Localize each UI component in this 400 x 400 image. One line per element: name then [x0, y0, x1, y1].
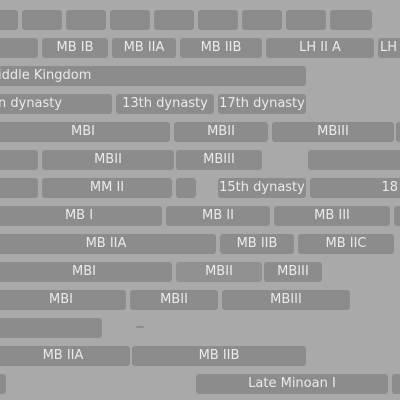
timeline-bar: Late Minoan I	[196, 374, 388, 394]
timeline-bar: MBI	[0, 122, 170, 142]
timeline-bar: MB IIB	[180, 38, 262, 58]
row-11: MBI MBII MBIII	[0, 290, 400, 310]
timeline-bar	[154, 10, 194, 30]
timeline-bar: n dynasty	[0, 94, 112, 114]
timeline-bar	[176, 178, 196, 198]
timeline-bar: MB IIA	[0, 346, 130, 366]
timeline-chart: MB IB MB IIA MB IIB LH II A LH iddle Kin…	[0, 0, 400, 400]
timeline-bar	[242, 10, 282, 30]
timeline-bar: MB I	[0, 206, 162, 226]
row-09: MB IIA MB IIB MB IIC	[0, 234, 400, 254]
row-08: MB I MB II MB III	[0, 206, 400, 226]
row-02: MB IB MB IIA MB IIB LH II A LH	[0, 38, 400, 58]
timeline-bar	[396, 122, 400, 142]
row-14: Late Minoan I	[0, 374, 400, 394]
timeline-bar	[308, 150, 400, 170]
timeline-bar: MB II	[166, 206, 270, 226]
timeline-bar: MBII	[176, 262, 262, 282]
timeline-bar	[392, 374, 400, 394]
timeline-bar: MBIII	[264, 262, 322, 282]
timeline-bar: 18	[310, 178, 400, 198]
timeline-bar: MBI	[0, 262, 172, 282]
timeline-bar: LH	[378, 38, 400, 58]
timeline-bar	[0, 38, 38, 58]
timeline-bar: MBII	[130, 290, 218, 310]
row-10: MBI MBII MBIII	[0, 262, 400, 282]
timeline-bar: iddle Kingdom	[0, 66, 306, 86]
timeline-bar	[22, 10, 62, 30]
row-01	[0, 10, 400, 30]
row-12	[0, 318, 400, 338]
timeline-bar: MB IIB	[220, 234, 294, 254]
timeline-bar	[110, 10, 150, 30]
timeline-bar	[0, 318, 102, 338]
timeline-bar: MB III	[274, 206, 390, 226]
scan-artifact	[136, 326, 144, 328]
row-13: MB IIA MB IIB	[0, 346, 400, 366]
timeline-bar: MB IIC	[298, 234, 394, 254]
timeline-bar: MBIII	[176, 150, 262, 170]
timeline-bar	[0, 178, 38, 198]
timeline-bar	[394, 206, 400, 226]
timeline-bar	[0, 374, 6, 394]
row-07: MM II 15th dynasty 18	[0, 178, 400, 198]
timeline-bar: MBII	[174, 122, 268, 142]
timeline-bar	[0, 10, 18, 30]
row-05: MBI MBII MBIII	[0, 122, 400, 142]
timeline-bar: MM II	[42, 178, 172, 198]
row-03: iddle Kingdom	[0, 66, 400, 86]
timeline-bar	[198, 10, 238, 30]
row-04: n dynasty 13th dynasty 17th dynasty	[0, 94, 400, 114]
row-06: MBII MBIII	[0, 150, 400, 170]
timeline-bar: LH II A	[266, 38, 374, 58]
timeline-bar: 17th dynasty	[218, 94, 306, 114]
timeline-bar	[0, 150, 38, 170]
timeline-bar: 13th dynasty	[116, 94, 214, 114]
timeline-bar: MB IIA	[0, 234, 216, 254]
timeline-bar: MBIII	[222, 290, 350, 310]
timeline-bar: MB IIA	[112, 38, 176, 58]
timeline-bar: MBIII	[272, 122, 394, 142]
timeline-bar: MB IIB	[132, 346, 306, 366]
timeline-bar: 15th dynasty	[218, 178, 306, 198]
timeline-bar	[66, 10, 106, 30]
timeline-bar: MB IB	[42, 38, 108, 58]
timeline-bar	[286, 10, 326, 30]
timeline-bar: MBII	[42, 150, 174, 170]
timeline-bar	[330, 10, 372, 30]
timeline-bar: MBI	[0, 290, 126, 310]
